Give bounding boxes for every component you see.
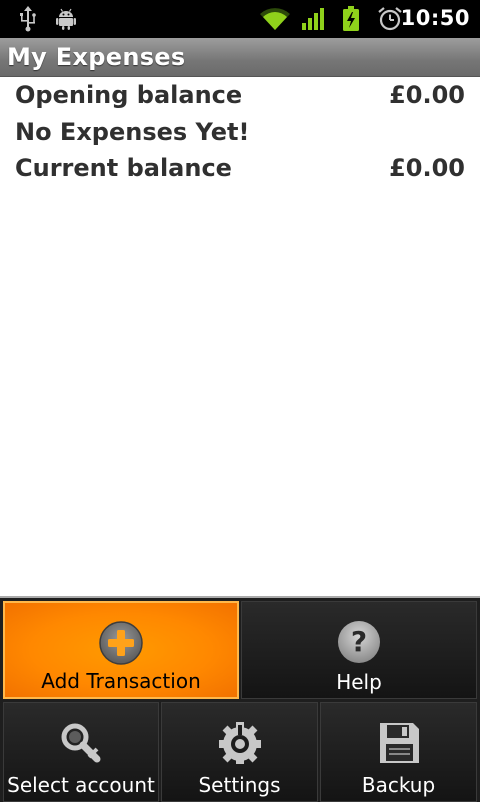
clock-time: 10:50 <box>400 6 470 30</box>
signal-icon <box>300 5 328 33</box>
current-balance-row: Current balance £0.00 <box>15 151 465 187</box>
search-wrench-icon <box>57 719 105 767</box>
app-title: My Expenses <box>7 43 186 71</box>
empty-expenses-row: No Expenses Yet! <box>15 115 465 151</box>
help-label: Help <box>336 670 382 694</box>
select-account-label: Select account <box>7 773 155 797</box>
expense-summary: Opening balance £0.00 No Expenses Yet! C… <box>0 77 480 596</box>
svg-text:?: ? <box>351 625 367 658</box>
empty-expenses-message: No Expenses Yet! <box>15 118 250 146</box>
select-account-button[interactable]: Select account <box>3 702 159 802</box>
opening-balance-row: Opening balance £0.00 <box>15 78 465 114</box>
usb-icon <box>14 5 42 33</box>
plus-icon <box>97 619 145 667</box>
add-transaction-button[interactable]: Add Transaction <box>3 601 239 699</box>
settings-label: Settings <box>198 773 281 797</box>
battery-charging-icon <box>338 5 364 33</box>
status-bar: 10:50 <box>0 0 480 38</box>
settings-button[interactable]: Settings <box>161 702 318 802</box>
add-transaction-label: Add Transaction <box>41 669 201 693</box>
backup-button[interactable]: Backup <box>320 702 477 802</box>
help-button[interactable]: ? Help <box>241 601 477 699</box>
wifi-icon <box>258 5 292 33</box>
settings-icon <box>216 719 264 767</box>
current-balance-value: £0.00 <box>389 154 465 182</box>
opening-balance-value: £0.00 <box>389 81 465 109</box>
current-balance-label: Current balance <box>15 154 232 182</box>
android-debug-icon <box>52 5 80 33</box>
save-icon <box>375 719 423 767</box>
help-icon: ? <box>335 618 383 666</box>
options-menu: Add Transaction ? Help Select account Se… <box>0 596 480 802</box>
app-title-bar: My Expenses <box>0 38 480 77</box>
opening-balance-label: Opening balance <box>15 81 243 109</box>
backup-label: Backup <box>361 773 436 797</box>
